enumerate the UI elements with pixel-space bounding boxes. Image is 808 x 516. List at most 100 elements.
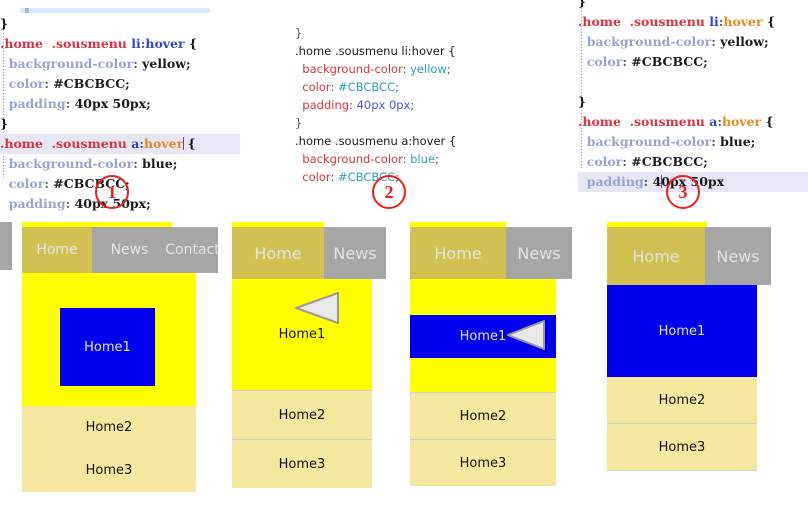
navbar-4[interactable]: Home News — [607, 227, 775, 285]
code-token: { — [183, 136, 196, 151]
cutoff-nav-strip — [0, 222, 12, 270]
code-token: background-color — [578, 134, 712, 149]
code-line[interactable]: color: #CBCBCC; — [0, 74, 240, 94]
code-line[interactable]: background-color: yellow; — [578, 32, 808, 52]
submenu-item-home2[interactable]: Home2 — [410, 393, 556, 439]
code-line[interactable]: background-color: yellow; — [295, 60, 535, 78]
code-text-3[interactable]: } .home .sousmenu li:hover { background-c… — [578, 0, 808, 192]
code-line[interactable]: padding: 40px 0px; — [295, 96, 535, 114]
code-token: } — [578, 94, 587, 109]
submenu-item-home2[interactable]: Home2 — [232, 391, 372, 439]
code-line[interactable]: .home .sousmenu li:hover { — [0, 34, 240, 54]
code-line[interactable]: .home .sousmenu a:hover { — [295, 132, 535, 150]
horizontal-scrollbar-1[interactable] — [20, 8, 210, 13]
preview-panel-3[interactable]: Home News Home1 Home2 Home3 — [410, 222, 578, 494]
nav-tab-home[interactable]: Home — [410, 227, 506, 279]
code-line[interactable]: } — [295, 24, 535, 42]
code-token: : — [133, 156, 143, 171]
code-token: #CBCBCC; — [631, 154, 708, 169]
code-editor-2[interactable]: } .home .sousmenu li:hover { background-c… — [295, 0, 535, 184]
navbar-3[interactable]: Home News — [410, 227, 578, 279]
nav-tab-news[interactable]: News — [324, 227, 386, 279]
code-line[interactable]: } — [295, 114, 535, 132]
code-line[interactable]: padding: 40px 50px; — [0, 94, 240, 114]
code-token: : — [65, 196, 75, 211]
navbar-1[interactable]: Home News Contact — [22, 227, 218, 273]
submenu-item-home3[interactable]: Home3 — [22, 448, 196, 492]
nav-tab-label: Contact — [165, 242, 218, 258]
preview-panel-4[interactable]: Home News Home1 Home2 Home3 — [595, 222, 775, 494]
nav-tab-news[interactable]: News — [705, 227, 771, 285]
nav-tab-label: Home — [632, 246, 680, 266]
code-line[interactable]: color: #CBCBCC; — [578, 52, 808, 72]
navbar-2[interactable]: Home News — [232, 227, 394, 279]
code-line[interactable]: } — [0, 114, 240, 134]
code-token: : — [330, 170, 338, 184]
code-token: color — [295, 80, 331, 94]
code-line[interactable]: color: #CBCBCC; — [578, 152, 808, 172]
submenu-item-label: Home3 — [658, 439, 706, 455]
preview-panel-2[interactable]: Home News Home1 Home2 Home3 — [232, 222, 394, 494]
nav-tab-news[interactable]: News — [506, 227, 572, 279]
home1-padding-top — [410, 279, 556, 315]
code-token: #CBCBCC; — [53, 76, 130, 91]
code-editor-3[interactable]: } .home .sousmenu li:hover { background-c… — [578, 0, 808, 192]
code-line[interactable]: color: #CBCBCC; — [295, 168, 535, 186]
code-line[interactable]: background-color: blue; — [0, 154, 240, 174]
code-line[interactable]: background-color: blue; — [295, 150, 535, 168]
code-token: ; — [446, 62, 451, 76]
submenu-item-label: Home2 — [85, 419, 133, 435]
submenu-item-label: Home3 — [278, 456, 326, 472]
submenu-item-home1[interactable]: Home1 — [607, 285, 757, 377]
submenu-item-home2[interactable]: Home2 — [607, 377, 757, 423]
submenu-item-home3[interactable]: Home3 — [607, 424, 757, 470]
code-token: ; — [395, 80, 399, 94]
code-token: 40px 0px — [356, 98, 411, 112]
submenu-item-home2[interactable]: Home2 — [22, 406, 196, 448]
code-token: : — [622, 154, 632, 169]
nav-tab-label: News — [716, 246, 760, 266]
code-line[interactable]: background-color: yellow; — [0, 54, 240, 74]
nav-tab-home[interactable]: Home — [607, 227, 705, 285]
code-token: .home .sousmenu a:hover { — [295, 134, 457, 148]
code-token: .home .sousmenu — [578, 114, 710, 129]
code-line[interactable]: } — [0, 14, 240, 34]
submenu-item-label: Home3 — [85, 462, 133, 478]
nav-tab-news[interactable]: News — [92, 227, 167, 273]
preview-panel-1[interactable]: Home News Contact Home1 Home2 Home3 — [22, 222, 218, 494]
code-line[interactable]: .home .sousmenu a:hover { — [0, 134, 240, 154]
nav-tab-label: Home — [434, 243, 482, 263]
code-line[interactable]: .home .sousmenu li:hover { — [578, 12, 808, 32]
code-line[interactable] — [578, 72, 808, 92]
code-line[interactable]: background-color: blue; — [578, 132, 808, 152]
nav-tab-contact[interactable]: Contact — [165, 227, 218, 273]
submenu-item-home1[interactable]: Home1 — [232, 279, 372, 390]
nav-tab-label: News — [333, 243, 377, 263]
code-editor-1[interactable]: } .home .sousmenu li:hover { background-c… — [0, 0, 240, 211]
code-token: color — [295, 170, 331, 184]
code-token: background-color — [295, 62, 403, 76]
code-line[interactable]: .home .sousmenu li:hover { — [295, 42, 535, 60]
code-line[interactable]: } — [578, 92, 808, 112]
code-token: hover — [721, 114, 762, 129]
code-line[interactable]: color: #CBCBCC; — [295, 78, 535, 96]
code-token: : — [44, 76, 54, 91]
code-token: hover — [145, 36, 185, 51]
code-line[interactable]: } — [578, 0, 808, 12]
code-token: color — [0, 176, 45, 191]
code-token: : — [711, 34, 721, 49]
code-line[interactable]: .home .sousmenu a:hover { — [578, 112, 808, 132]
code-token: blue; — [142, 156, 178, 171]
submenu-item-home3[interactable]: Home3 — [232, 440, 372, 488]
submenu-item-home3[interactable]: Home3 — [410, 440, 556, 486]
submenu-item-home1[interactable]: Home1 — [410, 315, 556, 358]
nav-tab-home[interactable]: Home — [232, 227, 324, 279]
nav-tab-label: Home — [36, 242, 78, 258]
code-token: yellow; — [142, 56, 191, 71]
nav-tab-home[interactable]: Home — [22, 227, 92, 273]
submenu-item-home1[interactable]: Home1 — [60, 308, 155, 386]
code-token: hover — [723, 14, 763, 29]
home1-padding-bottom — [410, 358, 556, 392]
code-token: } — [0, 16, 9, 31]
code-text-2[interactable]: } .home .sousmenu li:hover { background-c… — [295, 24, 535, 186]
